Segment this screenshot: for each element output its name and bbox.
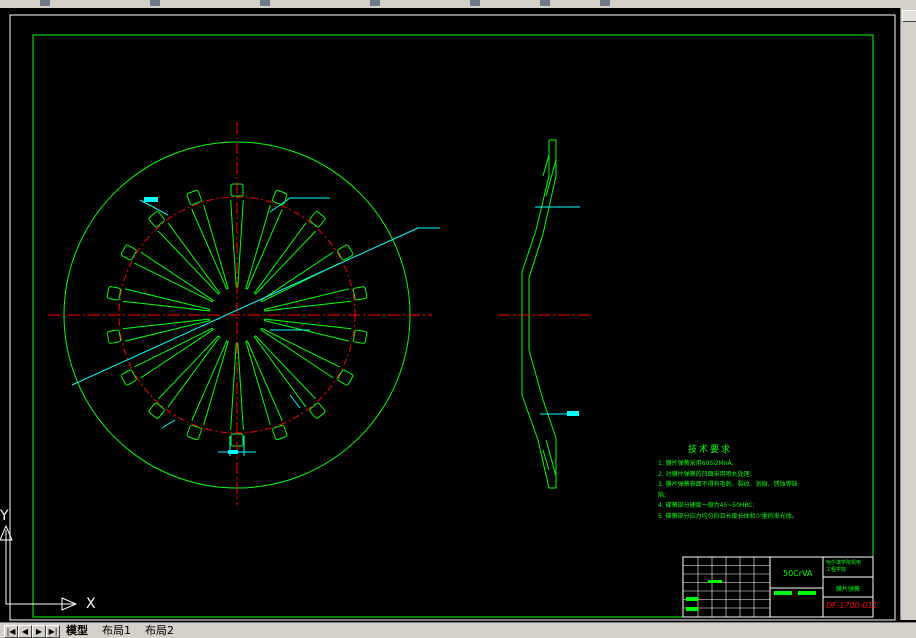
- dimension-label-block: [567, 411, 579, 416]
- section-outline: [521, 139, 557, 489]
- hatch: [542, 154, 550, 177]
- finger-slot: [245, 204, 283, 290]
- note-line: 3. 膜片弹簧表面不得有毛刺、裂纹、划痕、锈蚀等缺: [658, 481, 798, 488]
- slot-end: [120, 244, 137, 261]
- leader: [139, 199, 169, 216]
- finger-slot: [253, 222, 317, 295]
- tab-model[interactable]: 模型: [64, 624, 90, 637]
- school-name-2: 工程学院: [826, 567, 847, 573]
- first-tab-button[interactable]: |◀: [4, 625, 18, 638]
- slot-end: [272, 424, 288, 441]
- vertical-scrollbar[interactable]: [900, 8, 916, 620]
- finger-slot: [191, 340, 229, 426]
- finger-slot: [122, 318, 211, 342]
- note-line: 1. 膜片弹簧采用60Si2MnA;: [658, 460, 734, 467]
- finger-slot: [245, 340, 283, 426]
- slot-end: [272, 189, 288, 206]
- ucs-y-label: Y: [0, 508, 9, 524]
- hatch: [545, 159, 557, 197]
- drawing-number: DF-1700-011: [826, 601, 878, 610]
- slot-end: [309, 211, 326, 228]
- slot-end: [186, 189, 202, 206]
- ucs-x-label: X: [86, 596, 96, 612]
- finger-slot: [122, 288, 211, 312]
- material-label: 50CrVA: [783, 569, 813, 578]
- border-frame: [32, 34, 874, 618]
- slot-end: [337, 369, 354, 386]
- ucs-icon: [0, 524, 78, 611]
- layout-tab-bar: |◀ ◀ ▶ ▶| 模型 布局1 布局2: [0, 622, 916, 638]
- note-line: 5. 碟簧部分应力均匀的且长度长体和少量的发光体。: [658, 512, 798, 520]
- drawing-canvas[interactable]: [0, 0, 900, 622]
- finger-slot: [157, 222, 221, 295]
- slot-end: [148, 211, 165, 228]
- scroll-thumb[interactable]: [902, 10, 916, 22]
- part-name: 膜片弹簧: [836, 586, 861, 593]
- note-line: 陷;: [658, 491, 667, 499]
- leader: [161, 419, 176, 429]
- notes-title: 技术要求: [688, 445, 733, 455]
- front-view: [48, 122, 440, 505]
- note-line: 4. 碟簧部分硬度一般为45~50HRC;: [658, 502, 755, 509]
- next-tab-button[interactable]: ▶: [32, 625, 46, 638]
- hatch: [545, 439, 557, 477]
- slot-end: [186, 424, 202, 441]
- slot-end: [309, 402, 326, 419]
- prev-tab-button[interactable]: ◀: [18, 625, 32, 638]
- dimension-label-block: [144, 197, 158, 202]
- finger-slot: [253, 335, 317, 408]
- slot-end: [148, 402, 165, 419]
- paper-frame: [9, 14, 896, 621]
- slot-end: [352, 329, 368, 344]
- section-view: [498, 139, 590, 489]
- school-name: 哈尔滨学院机电: [826, 560, 862, 566]
- slot-end: [352, 286, 368, 301]
- tab-layout1[interactable]: 布局1: [100, 624, 133, 637]
- finger-slot: [157, 335, 221, 408]
- slot-end: [106, 286, 122, 301]
- diameter-dimension-line: [71, 227, 419, 386]
- last-tab-button[interactable]: ▶|: [46, 625, 60, 638]
- slot-end: [120, 369, 137, 386]
- note-line: 2. 对膜片弹簧的凹面采用喷丸处理;: [658, 470, 752, 478]
- slot-end: [106, 329, 122, 344]
- tab-layout2[interactable]: 布局2: [143, 624, 176, 637]
- finger-slot: [191, 204, 229, 290]
